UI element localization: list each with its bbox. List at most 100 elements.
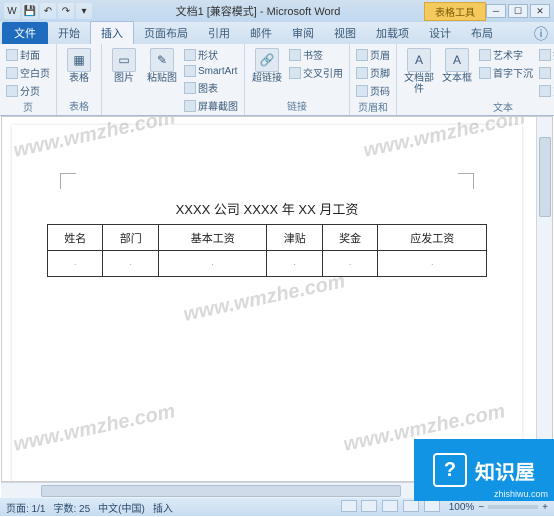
group-label-tables: 表格: [61, 98, 97, 115]
close-button[interactable]: ✕: [530, 4, 550, 18]
datetime-button[interactable]: 日期和时间: [537, 64, 554, 81]
view-buttons: [340, 500, 441, 515]
help-icon[interactable]: ⓘ: [528, 24, 554, 44]
tab-home[interactable]: 开始: [48, 22, 90, 44]
chart-button[interactable]: 图表: [182, 79, 240, 96]
tab-references[interactable]: 引用: [198, 22, 240, 44]
tab-mailings[interactable]: 邮件: [240, 22, 282, 44]
maximize-button[interactable]: ☐: [508, 4, 528, 18]
zoom-control[interactable]: 100% − +: [449, 502, 548, 513]
undo-icon[interactable]: ↶: [40, 3, 56, 19]
th-allow[interactable]: 津贴: [267, 225, 322, 251]
page-break-button[interactable]: 分页: [4, 82, 52, 99]
hyperlink-button[interactable]: 🔗超链接: [249, 46, 285, 84]
zoom-out-icon[interactable]: −: [478, 502, 484, 513]
view-web-icon[interactable]: [382, 500, 398, 512]
scrollbar-vertical[interactable]: [536, 117, 552, 481]
signature-icon: [539, 49, 551, 61]
bookmark-button[interactable]: 书签: [287, 46, 345, 63]
screenshot-icon: [184, 100, 196, 112]
view-outline-icon[interactable]: [403, 500, 419, 512]
clipart-button[interactable]: ✎粘贴图: [144, 46, 180, 84]
group-headerfooter: 页眉 页脚 页码 页眉和页脚: [350, 44, 397, 115]
group-pages: 封面 空白页 分页 页: [0, 44, 57, 115]
tab-design[interactable]: 设计: [419, 22, 461, 44]
status-words[interactable]: 字数: 25: [53, 500, 90, 515]
tab-insert[interactable]: 插入: [90, 21, 134, 44]
group-label-pages: 页: [4, 99, 52, 116]
blank-icon: [6, 67, 18, 79]
blank-page-button[interactable]: 空白页: [4, 64, 52, 81]
textbox-icon: A: [445, 48, 469, 72]
shapes-button[interactable]: 形状: [182, 46, 240, 63]
title-bar: W 💾 ↶ ↷ ▾ 文档1 [兼容模式] - Microsoft Word 表格…: [0, 0, 554, 22]
screenshot-button[interactable]: 屏幕截图: [182, 97, 240, 114]
header-button[interactable]: 页眉: [354, 46, 392, 63]
scroll-thumb-v[interactable]: [539, 137, 551, 217]
ribbon-tabs: 文件 开始 插入 页面布局 引用 邮件 审阅 视图 加载项 设计 布局 ⓘ: [0, 22, 554, 44]
footer-icon: [356, 67, 368, 79]
crossref-icon: [289, 67, 301, 79]
cover-page-button[interactable]: 封面: [4, 46, 52, 63]
group-tables: ▦表格 表格: [57, 44, 102, 115]
status-mode[interactable]: 插入: [153, 500, 173, 515]
zoom-slider[interactable]: [488, 505, 538, 509]
group-text: A文档部件 A文本框 艺术字 首字下沉 签名行 日期和时间 对象 文本: [397, 44, 554, 115]
view-draft-icon[interactable]: [424, 500, 440, 512]
qat-more-icon[interactable]: ▾: [76, 3, 92, 19]
status-language[interactable]: 中文(中国): [98, 500, 145, 515]
redo-icon[interactable]: ↷: [58, 3, 74, 19]
footer-button[interactable]: 页脚: [354, 64, 392, 81]
object-button[interactable]: 对象: [537, 82, 554, 99]
signature-button[interactable]: 签名行: [537, 46, 554, 63]
view-read-icon[interactable]: [361, 500, 377, 512]
pagenum-button[interactable]: 页码: [354, 82, 392, 99]
tab-view[interactable]: 视图: [324, 22, 366, 44]
pagenum-icon: [356, 85, 368, 97]
picture-icon: ▭: [112, 48, 136, 72]
word-icon: W: [4, 3, 20, 19]
scroll-thumb-h[interactable]: [41, 485, 401, 497]
textbox-button[interactable]: A文本框: [439, 46, 475, 84]
wordart-icon: [479, 49, 491, 61]
doc-heading[interactable]: XXXX 公司 XXXX 年 XX 月工资: [12, 199, 522, 218]
th-bonus[interactable]: 奖金: [322, 225, 377, 251]
status-page[interactable]: 页面: 1/1: [6, 500, 45, 515]
minimize-button[interactable]: ─: [486, 4, 506, 18]
group-label-links: 链接: [249, 98, 345, 115]
table-row[interactable]: [48, 251, 487, 277]
object-icon: [539, 85, 551, 97]
tab-review[interactable]: 审阅: [282, 22, 324, 44]
picture-button[interactable]: ▭图片: [106, 46, 142, 84]
th-dept[interactable]: 部门: [103, 225, 158, 251]
th-name[interactable]: 姓名: [48, 225, 103, 251]
salary-table[interactable]: 姓名 部门 基本工资 津贴 奖金 应发工资: [47, 224, 487, 277]
overlay-brand-sub: zhishiwu.com: [494, 489, 548, 499]
clipart-icon: ✎: [150, 48, 174, 72]
th-base[interactable]: 基本工资: [158, 225, 267, 251]
quickparts-button[interactable]: A文档部件: [401, 46, 437, 95]
dropcap-button[interactable]: 首字下沉: [477, 64, 535, 81]
context-tab-tabletools[interactable]: 表格工具: [424, 2, 486, 21]
zoom-in-icon[interactable]: +: [542, 502, 548, 513]
ribbon: 封面 空白页 分页 页 ▦表格 表格 ▭图片 ✎粘贴图 形状 SmartArt …: [0, 44, 554, 116]
view-print-icon[interactable]: [341, 500, 357, 512]
tab-layout[interactable]: 布局: [461, 22, 503, 44]
wordart-button[interactable]: 艺术字: [477, 46, 535, 63]
zoom-value[interactable]: 100%: [449, 502, 475, 513]
tab-addins[interactable]: 加载项: [366, 22, 419, 44]
tab-file[interactable]: 文件: [2, 22, 48, 44]
table-button[interactable]: ▦表格: [61, 46, 97, 84]
document-area[interactable]: XXXX 公司 XXXX 年 XX 月工资 姓名 部门 基本工资 津贴 奖金 应…: [1, 116, 553, 482]
save-icon[interactable]: 💾: [22, 3, 38, 19]
document-page[interactable]: XXXX 公司 XXXX 年 XX 月工资 姓名 部门 基本工资 津贴 奖金 应…: [12, 125, 522, 482]
smartart-button[interactable]: SmartArt: [182, 64, 240, 78]
overlay-brand-text: 知识屋: [475, 456, 535, 485]
group-illustrations: ▭图片 ✎粘贴图 形状 SmartArt 图表 屏幕截图 插图: [102, 44, 245, 115]
tab-pagelayout[interactable]: 页面布局: [134, 22, 198, 44]
margin-corner-tr: [458, 173, 474, 189]
th-total[interactable]: 应发工资: [378, 225, 487, 251]
table-header-row[interactable]: 姓名 部门 基本工资 津贴 奖金 应发工资: [48, 225, 487, 251]
crossref-button[interactable]: 交叉引用: [287, 64, 345, 81]
table-icon: ▦: [67, 48, 91, 72]
